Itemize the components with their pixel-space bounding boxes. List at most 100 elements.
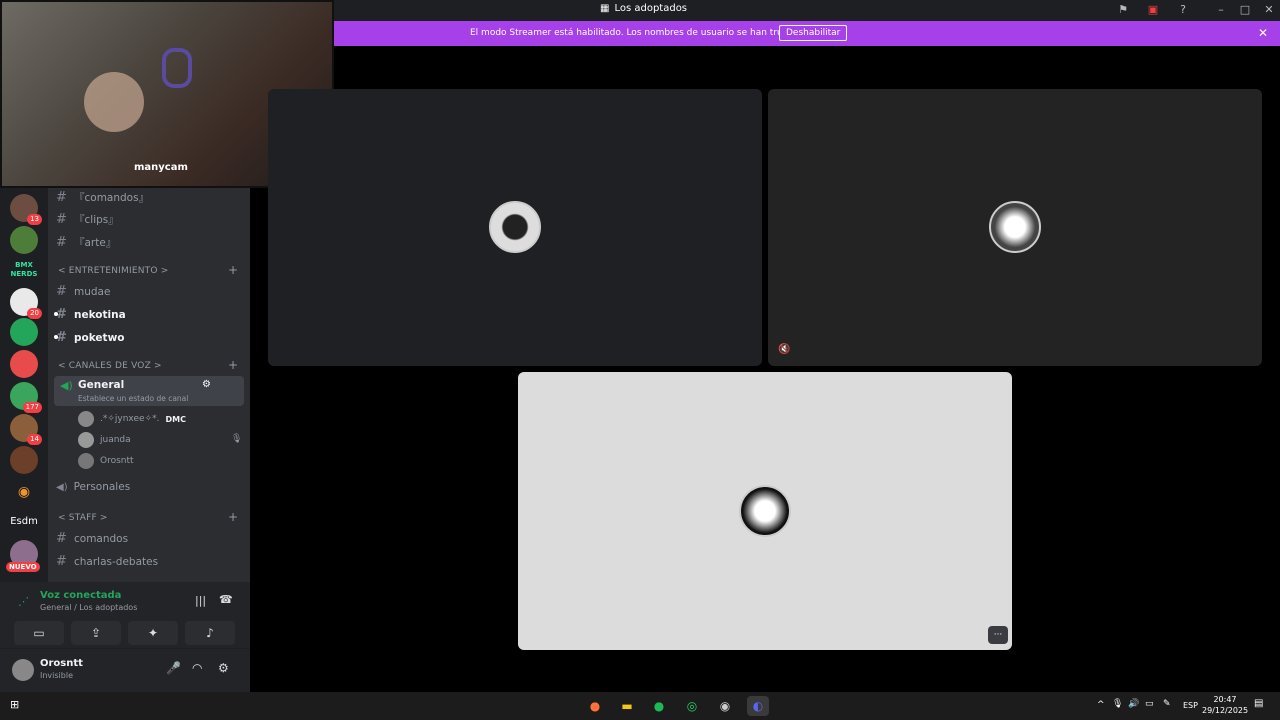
camera-button[interactable]: ▭: [14, 621, 64, 645]
avatar: [78, 453, 94, 469]
new-badge: NUEVO: [6, 562, 40, 572]
firefox-icon[interactable]: ●: [584, 696, 606, 716]
avatar[interactable]: [12, 659, 34, 681]
activities-button[interactable]: ✦: [128, 621, 178, 645]
screen-share-icon[interactable]: ▣: [1146, 3, 1160, 17]
avatar: [489, 201, 541, 253]
mic-tray-icon[interactable]: 🎙: [1112, 699, 1123, 709]
inbox-icon[interactable]: ⚑: [1116, 3, 1130, 17]
channel-poketwo[interactable]: # poketwo: [54, 330, 125, 345]
speaker-icon: ◀): [60, 379, 73, 392]
server-icon-esdm[interactable]: Esdm: [10, 508, 38, 536]
channel-sidebar: # 『comandos』 # 『clips』 # 『arte』 < ENTRETENI…: [48, 188, 250, 588]
channel-nekotina[interactable]: # nekotina: [54, 307, 126, 322]
settings-icon[interactable]: ⚙: [218, 661, 229, 675]
network-icon[interactable]: ▭: [1145, 699, 1154, 709]
headphones: [162, 48, 192, 88]
channel-settings-icon[interactable]: ⚙: [202, 379, 211, 390]
avatar: [989, 201, 1041, 253]
server-icon-2[interactable]: [10, 226, 38, 254]
disable-streamer-button[interactable]: Deshabilitar: [779, 25, 848, 41]
video-tile-3[interactable]: ···: [518, 372, 1012, 650]
file-explorer-icon[interactable]: ▬: [616, 696, 638, 716]
voice-user-juanda[interactable]: juanda: [78, 432, 131, 448]
server-icon-8[interactable]: 14: [10, 414, 42, 445]
unread-dot: [54, 335, 58, 339]
window-title: ▦ Los adoptados: [600, 3, 688, 14]
voice-user-orosntt[interactable]: Orosntt: [78, 453, 134, 469]
voice-user-jynxee[interactable]: .*✧jynxee✧*. DMC: [78, 411, 186, 427]
clock-date[interactable]: 29/12/2025: [1202, 706, 1248, 715]
avatar: [78, 411, 94, 427]
server-icon-9[interactable]: [10, 446, 38, 474]
add-channel-icon[interactable]: +: [228, 263, 238, 277]
video-tile-1[interactable]: [268, 89, 762, 366]
tray-chevron-icon[interactable]: ^: [1097, 700, 1105, 710]
hash-icon: #: [56, 284, 67, 299]
minimize-icon[interactable]: –: [1214, 3, 1228, 17]
server-icon-bmx[interactable]: BMX NERDS: [10, 256, 38, 284]
microphone-icon[interactable]: 🎤: [166, 661, 181, 675]
channel-staff-comandos[interactable]: # comandos: [56, 531, 128, 546]
maximize-icon[interactable]: □: [1238, 3, 1252, 17]
close-window-icon[interactable]: ✕: [1262, 3, 1276, 17]
noise-suppression-icon[interactable]: |||: [195, 594, 206, 607]
hash-icon: #: [56, 190, 67, 205]
category-entretenimiento[interactable]: < ENTRETENIMIENTO >: [58, 266, 168, 276]
server-icon-5[interactable]: [10, 318, 38, 346]
server-icon-1[interactable]: 13: [10, 194, 42, 225]
hash-icon: #: [56, 531, 67, 546]
close-banner-icon[interactable]: ✕: [1258, 26, 1268, 40]
avatar: [78, 432, 94, 448]
category-voz[interactable]: < CANALES DE VOZ >: [58, 361, 162, 371]
start-icon[interactable]: ⊞: [10, 698, 19, 711]
discord-taskbar-icon[interactable]: ◐: [747, 696, 769, 716]
server-list: 13 BMX NERDS 20 177 14 ◉ Esdm NUEVO: [0, 188, 48, 588]
hash-icon: #: [56, 554, 67, 569]
taskbar: ⊞ ● ▬ ● ◎ ◉ ◐ ^ 🎙 🔊 ▭ ✎ ESP 20:47 29/12/…: [0, 692, 1280, 720]
server-icon-7[interactable]: 177: [10, 382, 42, 413]
clock-time[interactable]: 20:47: [1210, 695, 1240, 704]
video-tile-2[interactable]: 🔇: [768, 89, 1262, 366]
speaker-icon: ◀): [56, 481, 68, 493]
more-options-button[interactable]: ···: [988, 626, 1008, 644]
discord-icon[interactable]: ◉: [10, 478, 38, 506]
signal-icon: ⋰: [18, 595, 29, 608]
category-staff[interactable]: < STAFF >: [58, 513, 108, 523]
avatar: [739, 485, 791, 537]
server-icon-6[interactable]: [10, 350, 38, 378]
help-icon[interactable]: ?: [1176, 3, 1190, 17]
whatsapp-icon[interactable]: ◎: [681, 696, 703, 716]
obs-icon[interactable]: ◉: [714, 696, 736, 716]
add-voice-channel-icon[interactable]: +: [228, 358, 238, 372]
soundboard-button[interactable]: ♪: [185, 621, 235, 645]
face: [84, 72, 144, 132]
channel-charlas-debates[interactable]: # charlas-debates: [56, 554, 158, 569]
pen-icon[interactable]: ✎: [1163, 699, 1171, 709]
screen-share-button[interactable]: ⇪: [71, 621, 121, 645]
volume-icon[interactable]: 🔊: [1128, 699, 1139, 709]
channel-clips[interactable]: # 『clips』: [56, 212, 119, 227]
banner-message: El modo Streamer está habilitado. Los no…: [470, 28, 813, 38]
user-panel: Orosntt Invisible 🎤 ◠ ⚙: [0, 648, 250, 692]
watermark: manycam: [134, 162, 188, 173]
voice-channel-personales[interactable]: ◀) Personales: [56, 481, 130, 493]
channel-mudae[interactable]: # mudae: [56, 284, 110, 299]
hash-icon: #: [56, 235, 67, 250]
unread-dot: [54, 312, 58, 316]
server-icon-4[interactable]: 20: [10, 288, 42, 319]
language-indicator[interactable]: ESP: [1183, 701, 1198, 710]
voice-channel-general[interactable]: ◀) General Establece un estado de canal …: [54, 376, 244, 406]
streamer-mode-banner: El modo Streamer está habilitado. Los no…: [334, 21, 1280, 46]
muted-icon: 🔇: [778, 344, 791, 355]
add-staff-channel-icon[interactable]: +: [228, 510, 238, 524]
channel-arte[interactable]: # 『arte』: [56, 235, 116, 250]
spotify-icon[interactable]: ●: [648, 696, 670, 716]
server-icon: ▦: [600, 3, 610, 14]
disconnect-icon[interactable]: ☎: [219, 593, 233, 606]
notifications-icon[interactable]: ▤: [1254, 698, 1263, 709]
headphones-icon[interactable]: ◠: [192, 661, 202, 675]
hash-icon: #: [56, 212, 67, 227]
muted-mic-icon: 🎙: [231, 434, 243, 444]
channel-comandos[interactable]: # 『comandos』: [56, 190, 149, 205]
